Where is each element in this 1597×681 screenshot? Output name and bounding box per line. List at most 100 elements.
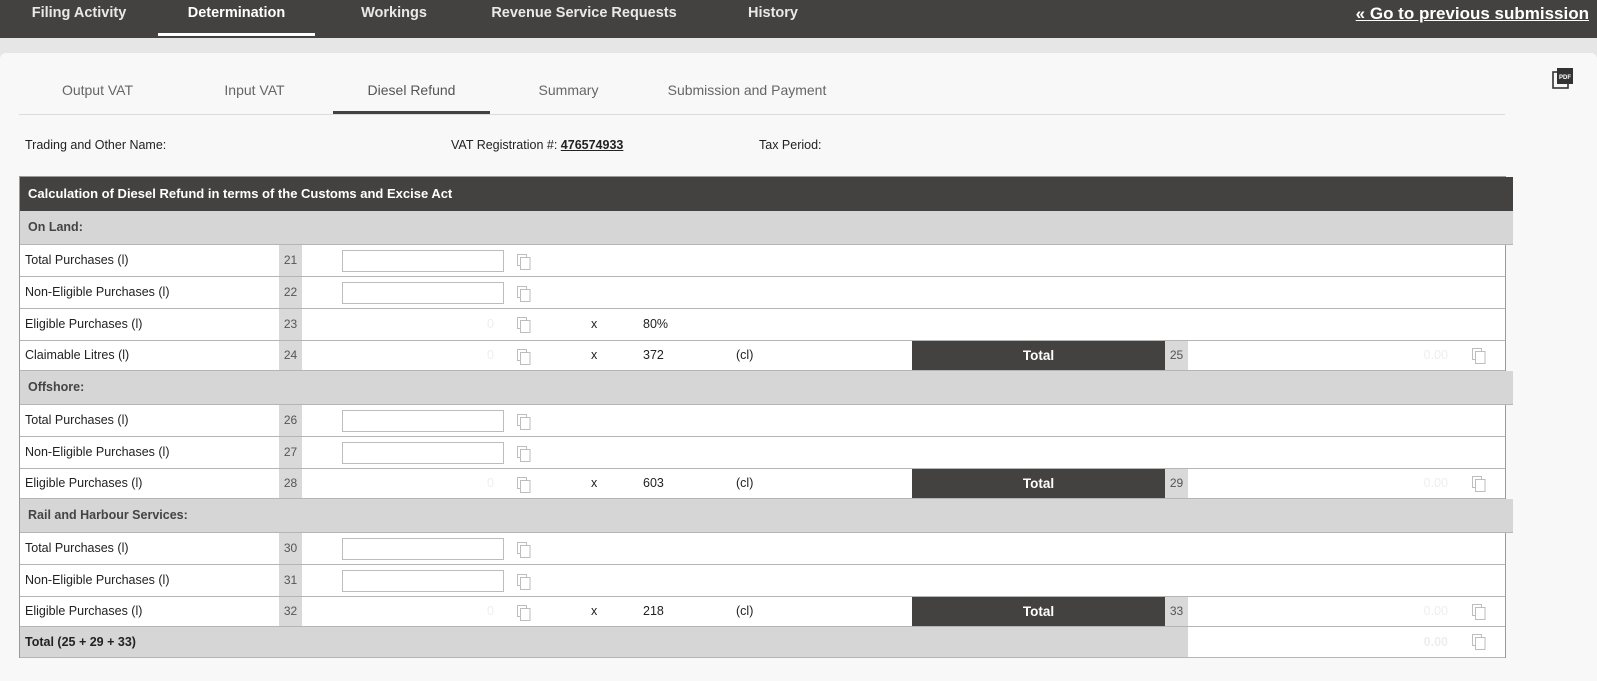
go-to-previous-submission-link[interactable]: « Go to previous submission bbox=[1356, 0, 1589, 27]
table-row: Eligible Purchases (l) 32 0 x 218 (cl) Total 33… bbox=[20, 597, 1505, 627]
trading-name-label: Trading and Other Name: bbox=[25, 138, 167, 152]
factor-value: 603 bbox=[643, 476, 664, 490]
amount-input[interactable] bbox=[342, 538, 504, 560]
copy-icon[interactable] bbox=[517, 317, 531, 333]
tab-input-vat[interactable]: Input VAT bbox=[176, 68, 333, 112]
topnav-revenue-service-requests[interactable]: Revenue Service Requests bbox=[488, 0, 680, 38]
total-field-number: 33 bbox=[1165, 597, 1188, 626]
tab-output-vat[interactable]: Output VAT bbox=[19, 68, 176, 112]
field-number: 26 bbox=[279, 405, 302, 436]
diesel-refund-table: Calculation of Diesel Refund in terms of… bbox=[19, 176, 1513, 658]
tab-diesel-refund[interactable]: Diesel Refund bbox=[333, 68, 490, 114]
amount-input[interactable] bbox=[342, 282, 504, 304]
topnav-history[interactable]: History bbox=[734, 0, 812, 38]
table-row: Non-Eligible Purchases (l) 27 bbox=[20, 437, 1505, 469]
copy-icon[interactable] bbox=[1472, 348, 1486, 364]
table-row: Total Purchases (l) 26 bbox=[20, 405, 1505, 437]
row-label: Non-Eligible Purchases (l) bbox=[25, 445, 170, 459]
amount-input[interactable] bbox=[342, 250, 504, 272]
field-number: 23 bbox=[279, 309, 302, 340]
copy-icon[interactable] bbox=[517, 605, 531, 621]
field-number: 30 bbox=[279, 533, 302, 564]
field-number: 31 bbox=[279, 565, 302, 596]
calculated-value: 0 bbox=[487, 317, 494, 331]
copy-icon[interactable] bbox=[517, 254, 531, 270]
pdf-icon[interactable]: PDF bbox=[1552, 67, 1574, 89]
row-label: Total Purchases (l) bbox=[25, 413, 129, 427]
factor-value: 372 bbox=[643, 348, 664, 362]
copy-icon[interactable] bbox=[517, 574, 531, 590]
table-row: Total Purchases (l) 21 bbox=[20, 245, 1505, 277]
amount-input[interactable] bbox=[342, 410, 504, 432]
field-number: 32 bbox=[279, 597, 302, 626]
calculated-value: 0 bbox=[487, 604, 494, 618]
copy-icon[interactable] bbox=[517, 446, 531, 462]
copy-icon[interactable] bbox=[1472, 476, 1486, 492]
copy-icon[interactable] bbox=[517, 349, 531, 365]
svg-text:PDF: PDF bbox=[1559, 75, 1571, 81]
total-field-number: 29 bbox=[1165, 469, 1188, 498]
factor-value: 218 bbox=[643, 604, 664, 618]
row-label: Non-Eligible Purchases (l) bbox=[25, 573, 170, 587]
copy-icon[interactable] bbox=[517, 414, 531, 430]
row-label: Total Purchases (l) bbox=[25, 253, 129, 267]
row-label: Eligible Purchases (l) bbox=[25, 604, 143, 618]
table-row: Eligible Purchases (l) 23 0 x 80% bbox=[20, 309, 1505, 341]
topnav-determination[interactable]: Determination bbox=[158, 0, 315, 36]
unit-label: (cl) bbox=[736, 348, 754, 362]
row-label: Eligible Purchases (l) bbox=[25, 317, 143, 331]
copy-icon[interactable] bbox=[517, 542, 531, 558]
amount-input[interactable] bbox=[342, 570, 504, 592]
table-row: Total Purchases (l) 30 bbox=[20, 533, 1505, 565]
copy-icon[interactable] bbox=[1472, 604, 1486, 620]
tab-summary[interactable]: Summary bbox=[490, 68, 647, 112]
grand-total-value: 0.00 bbox=[1423, 635, 1448, 649]
unit-label: (cl) bbox=[736, 604, 754, 618]
top-navigation-bar: Filing Activity Determination Workings R… bbox=[0, 0, 1597, 38]
row-label: Non-Eligible Purchases (l) bbox=[25, 285, 170, 299]
multiply-symbol: x bbox=[591, 348, 598, 362]
grand-total-row: Total (25 + 29 + 33) 0.00 bbox=[20, 627, 1505, 658]
copy-icon[interactable] bbox=[517, 477, 531, 493]
multiply-symbol: x bbox=[591, 604, 598, 618]
total-label: Total bbox=[912, 469, 1165, 498]
field-number: 22 bbox=[279, 277, 302, 308]
section-header: Offshore: bbox=[20, 371, 1513, 405]
vat-registration-value[interactable]: 476574933 bbox=[561, 138, 624, 152]
total-value: 0.00 bbox=[1423, 476, 1448, 490]
row-label: Claimable Litres (l) bbox=[25, 348, 130, 362]
calculated-value: 0 bbox=[487, 476, 494, 490]
tax-period-info: Tax Period: bbox=[759, 138, 822, 152]
table-row: Eligible Purchases (l) 28 0 x 603 (cl) Total 29… bbox=[20, 469, 1505, 499]
topnav-workings[interactable]: Workings bbox=[344, 0, 444, 38]
multiply-symbol: x bbox=[591, 317, 598, 331]
sub-tabs: Output VAT Input VAT Diesel Refund Summa… bbox=[19, 68, 1505, 115]
row-label: Total Purchases (l) bbox=[25, 541, 129, 555]
table-title: Calculation of Diesel Refund in terms of… bbox=[20, 177, 1513, 211]
copy-icon[interactable] bbox=[517, 286, 531, 302]
grand-total-label: Total (25 + 29 + 33) bbox=[25, 635, 136, 649]
field-number: 21 bbox=[279, 245, 302, 276]
topnav-filing-activity[interactable]: Filing Activity bbox=[19, 0, 139, 38]
tab-submission-and-payment[interactable]: Submission and Payment bbox=[647, 68, 847, 112]
section-header: Rail and Harbour Services: bbox=[20, 499, 1513, 533]
tax-period-label: Tax Period: bbox=[759, 138, 822, 152]
field-number: 24 bbox=[279, 341, 302, 370]
vat-registration-info: VAT Registration #: 476574933 bbox=[451, 138, 623, 152]
factor-value: 80% bbox=[643, 317, 669, 331]
table-row: Non-Eligible Purchases (l) 22 bbox=[20, 277, 1505, 309]
unit-label: (cl) bbox=[736, 476, 754, 490]
total-value: 0.00 bbox=[1423, 604, 1448, 618]
field-number: 27 bbox=[279, 437, 302, 468]
total-field-number: 25 bbox=[1165, 341, 1188, 370]
copy-icon[interactable] bbox=[1472, 634, 1486, 650]
amount-input[interactable] bbox=[342, 442, 504, 464]
row-label: Eligible Purchases (l) bbox=[25, 476, 143, 490]
vat-registration-label: VAT Registration #: bbox=[451, 138, 558, 152]
table-row: Claimable Litres (l) 24 0 x 372 (cl) Total 25 0.… bbox=[20, 341, 1505, 371]
calculated-value: 0 bbox=[487, 348, 494, 362]
total-label: Total bbox=[912, 341, 1165, 370]
field-number: 28 bbox=[279, 469, 302, 498]
section-header: On Land: bbox=[20, 211, 1513, 245]
total-value: 0.00 bbox=[1423, 348, 1448, 362]
